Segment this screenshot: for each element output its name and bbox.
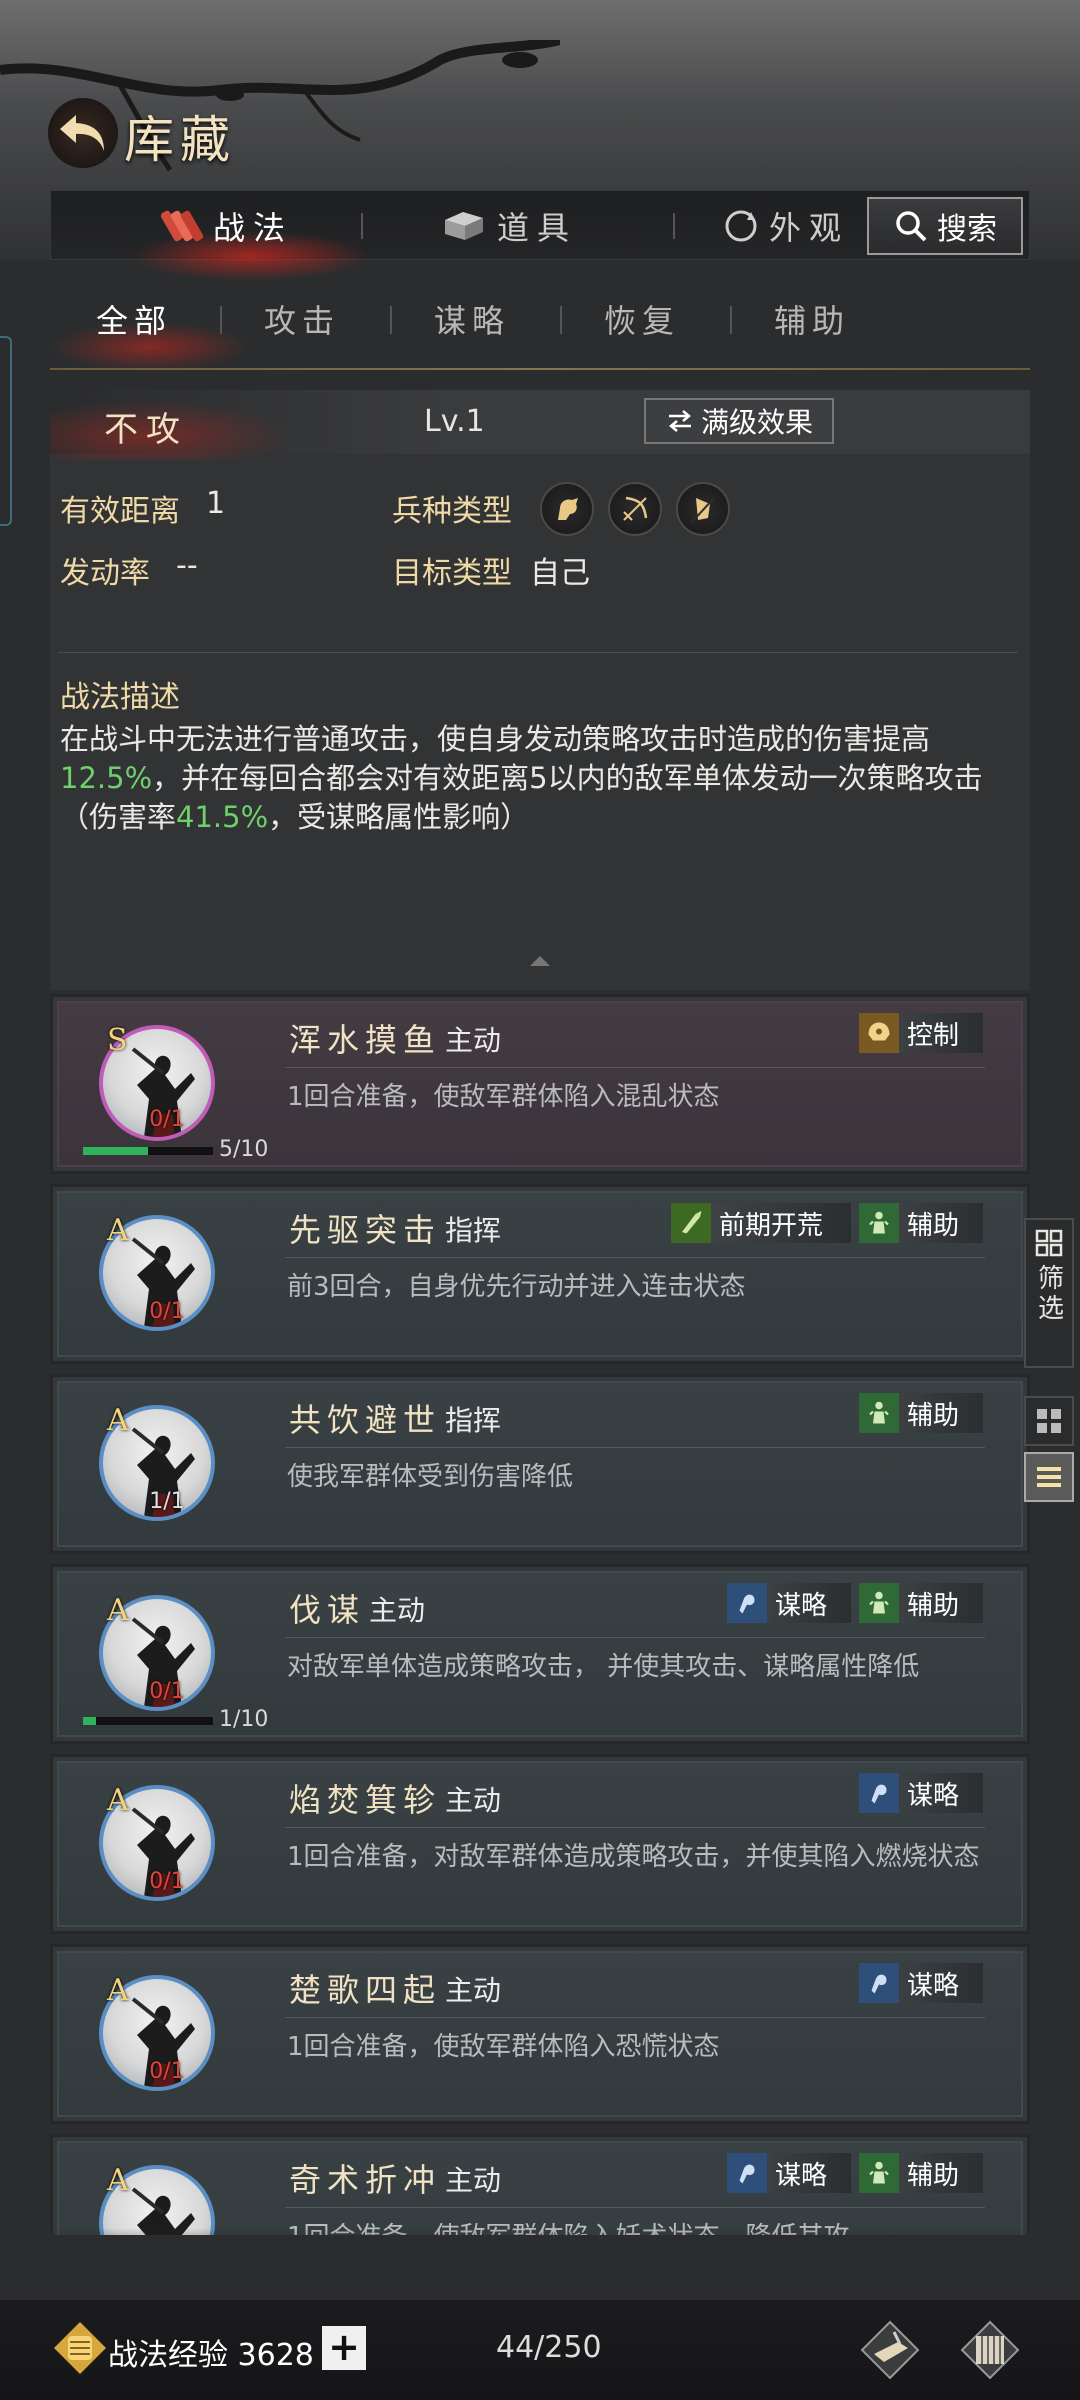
skill-card-divider xyxy=(285,1827,985,1828)
exp-fist-icon xyxy=(54,2322,106,2374)
skill-count: 0/1 xyxy=(149,1299,185,1324)
book-inkstone-icon[interactable] xyxy=(858,2318,922,2382)
skill-grade: A xyxy=(107,2163,129,2198)
skill-card[interactable]: A 0/1 先驱突击 指挥 辅助 前期开荒前3回合，自身优先行动并进入连击状态 xyxy=(50,1184,1030,1364)
skill-grade: S xyxy=(107,1023,128,1058)
skill-description: 对敌军单体造成策略攻击， 并使其攻击、谋略属性降低 xyxy=(287,1652,920,1682)
strategy-icon xyxy=(859,1773,899,1813)
skill-card-divider xyxy=(285,2017,985,2018)
skill-count: 0/1 xyxy=(149,1107,185,1132)
skill-grade: A xyxy=(107,1403,129,1438)
support-icon xyxy=(859,1583,899,1623)
grid-icon xyxy=(1035,1229,1063,1257)
exp-label: 战法经验 xyxy=(108,2338,228,2373)
control-icon xyxy=(859,1013,899,1053)
skill-list[interactable]: S 0/1 5/10 浑水摸鱼 主动 控制 1回合准备，使敌军群体陷入混乱状态 A 0/1 先驱突… xyxy=(0,0,1080,2235)
strategy-tag: 谋略 xyxy=(859,1963,983,2003)
skill-type: 指挥 xyxy=(445,1404,502,1437)
skill-name: 共饮避世 xyxy=(289,1401,442,1439)
skill-name: 焰焚箕轸 xyxy=(289,1781,442,1819)
filter-label: 筛选 xyxy=(1033,1264,1064,1324)
support-icon xyxy=(859,1203,899,1243)
list-fade xyxy=(50,2228,1030,2268)
bamboo-scroll-icon[interactable] xyxy=(958,2318,1022,2382)
skill-card[interactable]: A 0/1 楚歌四起 主动 谋略 1回合准备，使敌军群体陷入恐慌状态 xyxy=(50,1944,1030,2124)
skill-description: 使我军群体受到伤害降低 xyxy=(287,1462,574,1492)
support-tag: 辅助 xyxy=(859,1583,983,1623)
grid-view-button[interactable] xyxy=(1024,1396,1074,1446)
skill-count: 1/1 xyxy=(149,1489,185,1514)
skill-grade: A xyxy=(107,1593,129,1628)
skill-description: 1回合准备，对敌军群体造成策略攻击，并使其陷入燃烧状态 xyxy=(287,1842,980,1872)
skill-card-divider xyxy=(285,2207,985,2208)
tag-label: 前期开荒 xyxy=(719,1210,824,1241)
skill-type: 主动 xyxy=(445,1974,502,2007)
skill-name: 伐谋 xyxy=(289,1591,366,1629)
skill-name: 先驱突击 xyxy=(289,1211,442,1249)
support-icon xyxy=(859,2153,899,2193)
filter-button[interactable]: 筛选 xyxy=(1024,1218,1074,1368)
skill-card[interactable]: A 0/1 1/10 伐谋 主动 辅助 谋略对敌军单体造成策略攻击， 并使其攻击、谋略属性降… xyxy=(50,1564,1030,1744)
skill-name: 楚歌四起 xyxy=(289,1971,442,2009)
skill-type: 主动 xyxy=(445,2164,502,2197)
skill-card[interactable]: S 0/1 5/10 浑水摸鱼 主动 控制 1回合准备，使敌军群体陷入混乱状态 xyxy=(50,994,1030,1174)
skill-grade: A xyxy=(107,1213,129,1248)
exp-value: 3628 xyxy=(237,2338,314,2373)
list-view-icon xyxy=(1037,1467,1061,1487)
support-tag: 辅助 xyxy=(859,1393,983,1433)
tag-label: 辅助 xyxy=(907,1590,960,1621)
control-tag: 控制 xyxy=(859,1013,983,1053)
strategy-icon xyxy=(859,1963,899,2003)
strategy-tag: 谋略 xyxy=(859,1773,983,1813)
skill-name: 奇术折冲 xyxy=(289,2161,442,2199)
skill-type: 指挥 xyxy=(445,1214,502,1247)
add-exp-button[interactable]: + xyxy=(322,2326,366,2370)
capacity-count: 44/250 xyxy=(496,2330,602,2365)
strategy-icon xyxy=(727,1583,767,1623)
tag-label: 辅助 xyxy=(907,1210,960,1241)
skill-card-divider xyxy=(285,1637,985,1638)
skill-grade: A xyxy=(107,1973,129,2008)
exp-text: 战法经验 3628 xyxy=(108,2330,314,2374)
skill-card[interactable]: A奇术折冲主动辅助谋略1回合准备，使敌军群体陷入妖术状态，降低其攻 xyxy=(50,2134,1030,2235)
strategy-tag: 谋略 xyxy=(727,1583,851,1623)
tag-label: 谋略 xyxy=(907,1970,960,2001)
skill-card-divider xyxy=(285,1067,985,1068)
support-icon xyxy=(859,1393,899,1433)
skill-card-divider xyxy=(285,1257,985,1258)
bottom-bar: 战法经验 3628 + 44/250 xyxy=(0,2300,1080,2400)
skill-name: 浑水摸鱼 xyxy=(289,1021,442,1059)
tag-label: 辅助 xyxy=(907,1400,960,1431)
tag-label: 辅助 xyxy=(907,2160,960,2191)
early-game-tag: 前期开荒 xyxy=(671,1203,851,1243)
skill-description: 1回合准备，使敌军群体陷入混乱状态 xyxy=(287,1082,720,1112)
skill-card[interactable]: A 0/1 焰焚箕轸 主动 谋略 1回合准备，对敌军群体造成策略攻击，并使其陷入燃烧状态 xyxy=(50,1754,1030,1934)
skill-type: 主动 xyxy=(369,1594,426,1627)
tag-label: 谋略 xyxy=(907,1780,960,1811)
tag-label: 谋略 xyxy=(775,2160,828,2191)
grid-view-icon xyxy=(1037,1409,1061,1433)
tag-label: 谋略 xyxy=(775,1590,828,1621)
skill-progress-bar xyxy=(83,1717,213,1725)
support-tag: 辅助 xyxy=(859,2153,983,2193)
skill-description: 前3回合，自身优先行动并进入连击状态 xyxy=(287,1272,746,1302)
early-game-icon xyxy=(671,1203,711,1243)
skill-progress-text: 5/10 xyxy=(219,1137,269,1162)
strategy-tag: 谋略 xyxy=(727,2153,851,2193)
skill-count: 0/1 xyxy=(149,1679,185,1704)
skill-type: 主动 xyxy=(445,1784,502,1817)
skill-card-divider xyxy=(285,1447,985,1448)
skill-grade: A xyxy=(107,1783,129,1818)
skill-description: 1回合准备，使敌军群体陷入恐慌状态 xyxy=(287,2032,720,2062)
skill-card[interactable]: A 1/1 共饮避世 指挥 辅助使我军群体受到伤害降低 xyxy=(50,1374,1030,1554)
skill-count: 0/1 xyxy=(149,2059,185,2084)
skill-type: 主动 xyxy=(445,1024,502,1057)
strategy-icon xyxy=(727,2153,767,2193)
skill-count: 0/1 xyxy=(149,1869,185,1894)
skill-progress-bar xyxy=(83,1147,213,1155)
support-tag: 辅助 xyxy=(859,1203,983,1243)
skill-progress-text: 1/10 xyxy=(219,1707,269,1732)
list-view-button[interactable] xyxy=(1024,1452,1074,1502)
tag-label: 控制 xyxy=(907,1020,960,1051)
